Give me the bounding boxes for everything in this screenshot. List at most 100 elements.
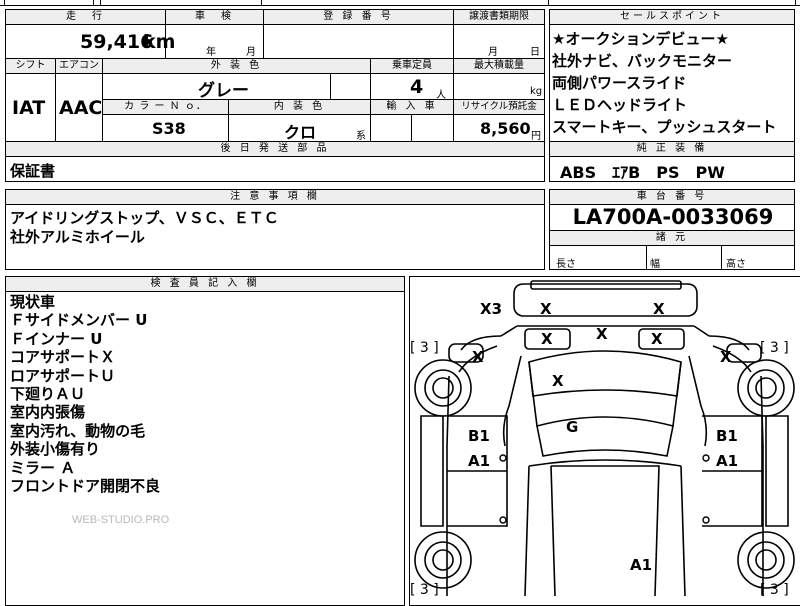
mark-rear: A1 [630,556,653,574]
tire-mark-front-left: [ 3 ] [410,340,439,356]
mark-grille-right: X [653,300,665,318]
rear-body [524,459,686,597]
wheel-rear-right [737,531,795,589]
color-header: 外 装 色 [103,59,371,74]
tire-mark-front-right: [ 3 ] [760,340,789,356]
mark-right-door-b1: B1 [716,427,738,445]
dimensions-row [550,246,794,269]
inspection-month: 月 [246,47,256,58]
ac-value: AAC [59,97,103,119]
top-strip-box-2 [100,0,262,6]
top-strip-box-1 [4,0,94,6]
max-load-header: 最大積載量 [454,59,544,74]
inspector-line: フロントドア開閉不良 [10,477,161,496]
inspector-lines: 現状車 Ｆサイドメンバー U Ｆインナー U コアサポートＸ ロアサポートＵ 下… [10,293,160,495]
shift-header: シフト [6,59,56,74]
side-dot-left-2 [499,516,507,524]
dim-divider-2 [721,246,722,269]
dim-length: 長さ [556,259,576,270]
inspector-line: 室内汚れ、動物の毛 [10,421,146,440]
side-dot-right-2 [702,516,710,524]
inspector-header: 検 査 員 記 入 欄 [6,277,404,292]
mark-headlight-right: X [651,330,663,348]
mark-left-door-b1: B1 [468,427,490,445]
mark-center-front: X [596,325,608,343]
tire-mark-rear-left: [ 3 ] [410,582,439,598]
inspector-line: 下廻りＡＵ [10,385,86,404]
import-header: 輸 入 車 [371,100,454,115]
sales-point-5: スマートキー、プッシュスタート [552,118,777,136]
transfer-day: 日 [530,47,540,58]
inspector-line: ロアサポートＵ [10,366,116,385]
dim-divider-1 [646,246,647,269]
transfer-month: 月 [488,47,498,58]
sales-point-2: 社外ナビ、バックモニター [552,52,733,70]
side-dot-right-1 [702,454,710,462]
color-value: グレー [198,81,249,101]
roof [536,416,674,457]
mileage-header: 走 行 [6,10,166,25]
wheel-front-left [414,359,472,417]
right-mirror [726,343,762,363]
inspector-line: ミラー Ａ [10,458,76,477]
dim-width: 幅 [650,259,660,270]
inspector-line: 室内内張傷 [10,403,86,422]
wheel-front-right [737,359,795,417]
sales-point-1: ★オークションデビュー★ [552,30,729,48]
ac-header: エアコン [56,59,103,74]
chassis-header: 車 台 番 号 [550,190,794,205]
mark-headlight-left: X [541,330,553,348]
notes-line-2: 社外アルミホイール [10,228,145,246]
max-load-unit: kg [530,86,543,97]
color-no-value: S38 [152,119,186,138]
import-cell [371,115,454,141]
color-no-header: カ ラ ー Ｎ ｏ． [103,100,229,115]
later-parts-value: 保証書 [10,162,56,180]
inspector-line: コアサポートＸ [10,348,116,367]
mark-right-door-a1: A1 [716,452,739,470]
interior-header: 内 装 色 [229,100,371,115]
color-divider [330,74,331,100]
equipment-header: 純 正 装 備 [550,142,794,157]
sales-point-3: 両側パワースライド [552,74,687,92]
mark-front-bumper: X3 [480,300,503,318]
dimensions-header: 諸 元 [550,230,794,246]
capacity-header: 乗車定員 [371,59,454,74]
inspection-year: 年 [206,47,216,58]
inspector-line: Ｆインナー U [10,329,103,348]
tire-mark-rear-right: [ 3 ] [760,582,789,598]
inspector-line: Ｆサイドメンバー U [10,311,148,330]
registration-header: 登 録 番 号 [264,10,454,25]
sales-point-4: ＬＥＤヘッドライト [552,96,688,114]
recycle-header: リサイクル預託金 [454,100,544,115]
mark-hood: X [552,372,564,390]
mark-left-door-a1: A1 [468,452,491,470]
capacity-value: 4 [410,76,424,98]
sales-points-header: セールスポイント [550,10,794,25]
registration-cell [264,25,454,59]
recycle-value: 8,560 [480,119,531,138]
interior-value: クロ [284,123,317,142]
mark-grille-left: X [540,300,552,318]
roof-mid [550,465,660,597]
import-divider [411,115,412,141]
capacity-unit: 人 [436,90,446,101]
dim-height: 高さ [726,259,746,270]
watermark: WEB-STUDIO.PRO [72,514,170,526]
top-strip-box-3 [548,0,796,6]
shift-value: IAT [12,97,46,119]
mark-roof: G [566,418,579,436]
notes-line-1: アイドリングストップ、ＶＳＣ、ＥＴＣ [10,209,279,227]
interior-suffix: 系 [356,131,366,142]
side-dot-left-1 [499,454,507,462]
later-parts-header: 後 日 発 送 部 品 [6,142,544,157]
chassis-value: LA700A-0033069 [572,205,774,229]
recycle-unit: 円 [531,131,541,142]
front-grille [530,280,682,290]
transfer-header: 譲渡書類期限 [454,10,544,25]
inspection-header: 車 検 [166,10,264,25]
equipment-value: ABS ｴｱB PS PW [560,163,725,182]
mark-left-fender: X [472,348,484,366]
wheel-rear-left [414,531,472,589]
notes-header: 注 意 事 項 欄 [6,190,544,205]
